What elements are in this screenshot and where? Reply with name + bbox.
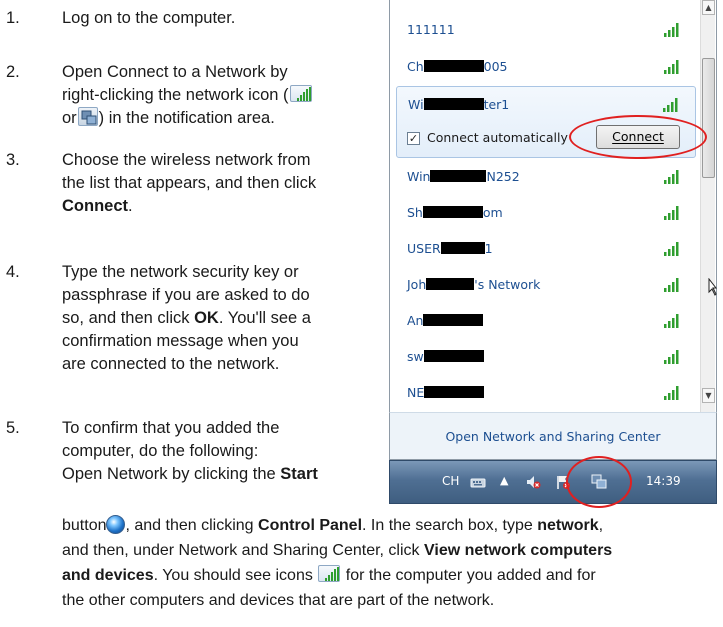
redaction-bar bbox=[423, 98, 484, 110]
network-computer-icon bbox=[77, 107, 98, 126]
redaction-bar bbox=[426, 278, 475, 290]
network-item[interactable]: USER 1 bbox=[396, 229, 696, 269]
network-item[interactable]: An bbox=[396, 301, 696, 341]
keyboard-icon[interactable] bbox=[470, 474, 486, 490]
connect-automatically-label: Connect automatically bbox=[427, 130, 568, 145]
redaction-bar bbox=[423, 314, 484, 326]
step-2-text: Open Connect to a Network by right-click… bbox=[62, 61, 382, 130]
open-network-sharing-center-link[interactable]: Open Network and Sharing Center bbox=[389, 412, 717, 460]
network-item[interactable]: Win N252 bbox=[396, 157, 696, 197]
step-2-line-1: Open Connect to a Network by bbox=[62, 63, 288, 81]
scroll-thumb[interactable] bbox=[702, 58, 715, 178]
step-5-number: 5. bbox=[6, 419, 20, 437]
step-4-text: Type the network security key or passphr… bbox=[62, 263, 311, 373]
signal-bars-icon bbox=[664, 350, 679, 364]
network-item[interactable]: NE bbox=[396, 373, 696, 413]
taskbar: CH ▲ 14:39 bbox=[389, 460, 717, 504]
connect-highlight-ring bbox=[569, 115, 707, 159]
step-4-number: 4. bbox=[6, 263, 20, 281]
step-5-continuation: button, and then clicking Control Panel.… bbox=[62, 515, 613, 609]
redaction-bar bbox=[430, 170, 487, 182]
signal-bars-icon bbox=[664, 386, 679, 400]
redaction-bar bbox=[423, 350, 484, 362]
language-indicator[interactable]: CH bbox=[442, 474, 459, 488]
step-2-line-3: or) in the notification area. bbox=[62, 107, 275, 127]
signal-bars-icon bbox=[664, 314, 679, 328]
redaction-bar bbox=[422, 206, 483, 218]
signal-bars-icon bbox=[664, 170, 679, 184]
network-list-scrollbar[interactable]: ▲ ▼ bbox=[700, 0, 715, 412]
network-icon-highlight-ring bbox=[566, 456, 632, 508]
connect-automatically-checkbox[interactable]: ✓ bbox=[407, 132, 420, 145]
step-2-number: 2. bbox=[6, 63, 20, 81]
cursor-icon bbox=[708, 278, 717, 296]
network-item[interactable]: 111111 bbox=[396, 10, 696, 50]
signal-bars-icon bbox=[664, 23, 679, 37]
network-list: 111111 Ch 005 Wi ter1 ✓ Connect automatica… bbox=[390, 0, 698, 412]
step-3-text: Choose the wireless network from the lis… bbox=[62, 151, 317, 215]
volume-muted-icon[interactable] bbox=[525, 474, 541, 490]
signal-bars-icon bbox=[318, 565, 341, 582]
network-item[interactable]: sw bbox=[396, 337, 696, 377]
step-5-text: To confirm that you added the computer, … bbox=[62, 419, 318, 483]
scroll-down-button[interactable]: ▼ bbox=[702, 388, 715, 403]
wireless-network-panel: 111111 Ch 005 Wi ter1 ✓ Connect automatica… bbox=[389, 0, 717, 420]
network-item[interactable]: Sh om bbox=[396, 193, 696, 233]
signal-bars-icon bbox=[664, 242, 679, 256]
redaction-bar bbox=[423, 60, 484, 72]
signal-bars-icon bbox=[664, 278, 679, 292]
signal-bars-icon bbox=[664, 206, 679, 220]
network-item[interactable]: Ch 005 bbox=[396, 47, 696, 87]
step-1-number: 1. bbox=[6, 9, 20, 27]
show-hidden-icons-icon[interactable]: ▲ bbox=[500, 474, 508, 487]
signal-bars-icon bbox=[664, 60, 679, 74]
redaction-bar bbox=[440, 242, 485, 254]
step-3-number: 3. bbox=[6, 151, 20, 169]
step-2-line-2: right-clicking the network icon ( bbox=[62, 84, 382, 107]
signal-bars-icon bbox=[289, 85, 312, 102]
system-clock[interactable]: 14:39 bbox=[646, 474, 681, 488]
scroll-up-button[interactable]: ▲ bbox=[702, 0, 715, 15]
signal-bars-icon bbox=[663, 98, 678, 112]
network-item[interactable]: Joh's Network bbox=[396, 265, 696, 305]
redaction-bar bbox=[424, 386, 485, 398]
start-orb-icon bbox=[106, 515, 126, 534]
step-1-text: Log on to the computer. bbox=[62, 9, 236, 27]
